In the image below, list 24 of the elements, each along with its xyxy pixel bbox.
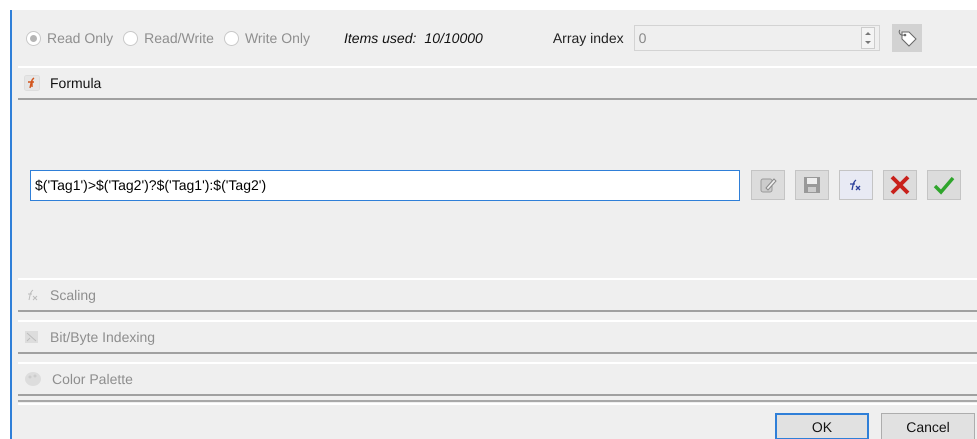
formula-icon bbox=[24, 75, 40, 91]
items-used-label: Items used: bbox=[344, 30, 416, 46]
palette-icon bbox=[24, 371, 42, 387]
tag-icon-button[interactable] bbox=[892, 24, 922, 52]
section-header[interactable]: Formula bbox=[18, 66, 977, 100]
section-title: Bit/Byte Indexing bbox=[50, 329, 156, 345]
dialog-button[interactable]: Cancel bbox=[881, 413, 975, 439]
array-index-label: Array index bbox=[552, 30, 624, 46]
tag-icon bbox=[896, 28, 918, 48]
items-used-value: 10/10000 bbox=[424, 30, 483, 46]
close-button[interactable] bbox=[883, 170, 917, 200]
section-title: Color Palette bbox=[52, 371, 133, 387]
function-button[interactable] bbox=[839, 170, 873, 200]
checkmark-icon bbox=[933, 175, 955, 195]
close-icon bbox=[889, 174, 911, 196]
save-button[interactable] bbox=[795, 170, 829, 200]
section-title: Formula bbox=[50, 75, 102, 91]
formula-input[interactable]: $('Tag1')>$('Tag2')?$('Tag1'):$('Tag2') bbox=[30, 170, 740, 200]
section-title: Scaling bbox=[50, 287, 96, 303]
save-icon bbox=[803, 176, 821, 194]
bit-grid-icon bbox=[24, 329, 40, 345]
dialog-button[interactable]: OK bbox=[775, 413, 869, 439]
edit-button[interactable] bbox=[751, 170, 785, 200]
confirm-button[interactable] bbox=[927, 170, 961, 200]
